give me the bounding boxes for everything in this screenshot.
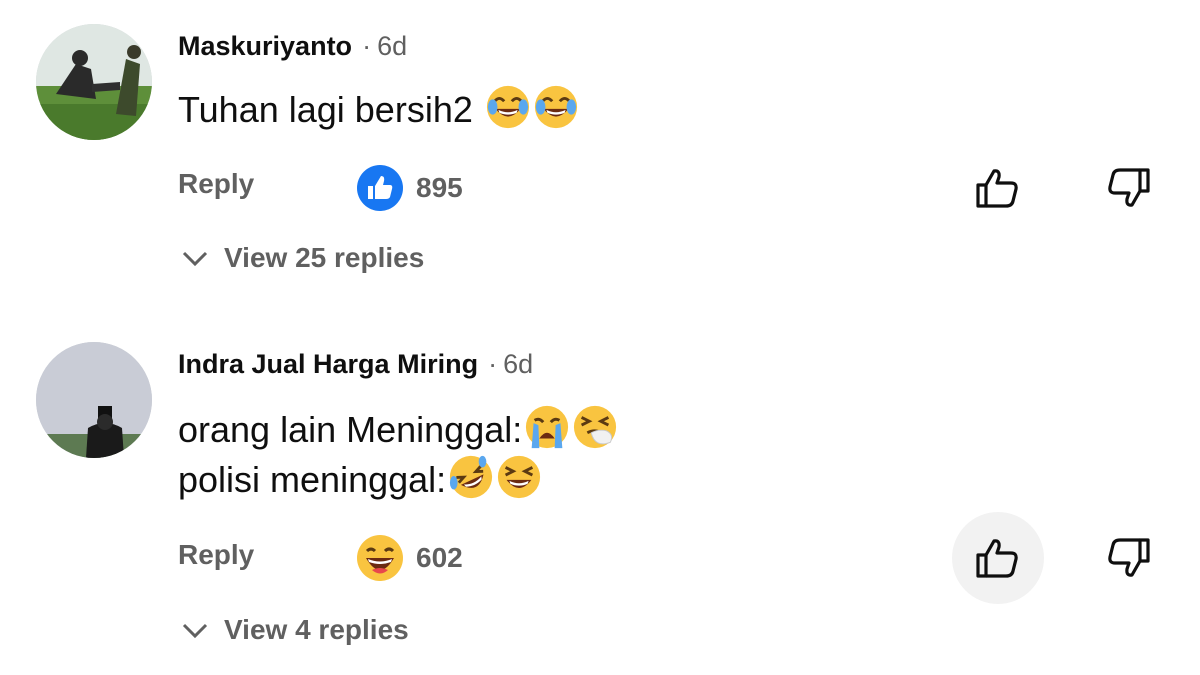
reaction-count: 895 <box>416 172 463 203</box>
reply-button[interactable]: Reply <box>178 168 254 200</box>
face-with-tears-of-joy-icon <box>485 84 531 130</box>
comment-meta: Indra Jual Harga Miring · 6d <box>178 348 533 380</box>
thumbs-down-icon <box>1108 538 1150 577</box>
comment-meta: Maskuriyanto · 6d <box>178 30 407 62</box>
avatar[interactable] <box>36 342 152 458</box>
timestamp: 6d <box>503 349 534 379</box>
chevron-down-icon <box>180 243 210 273</box>
grinning-squinting-face-icon <box>496 454 542 500</box>
comment-text: Tuhan lagi bersih2 <box>178 84 579 134</box>
like-reaction-icon <box>356 164 404 212</box>
author-name[interactable]: Indra Jual Harga Miring <box>178 349 478 379</box>
thumbs-down-icon <box>1108 168 1150 207</box>
view-replies-label: View 25 replies <box>224 242 425 273</box>
comment-line: polisi meninggal: <box>178 454 618 504</box>
comment-line: orang lain Meninggal: <box>178 404 618 454</box>
meta-separator: · <box>362 31 372 61</box>
comment-text: orang lain Meninggal: polisi meninggal: <box>178 404 618 504</box>
comment-line: Tuhan lagi bersih2 <box>178 84 579 134</box>
thumbs-down-button[interactable] <box>1082 512 1174 604</box>
reaction-count: 602 <box>416 542 463 573</box>
view-replies-label: View 4 replies <box>224 614 409 645</box>
thumbs-up-icon <box>976 539 1018 578</box>
view-replies-button[interactable]: View 25 replies <box>180 242 424 274</box>
chevron-down-icon <box>180 615 210 645</box>
haha-reaction-icon <box>356 534 404 582</box>
thumbs-up-icon <box>976 169 1018 208</box>
avatar[interactable] <box>36 24 152 140</box>
author-name[interactable]: Maskuriyanto <box>178 31 352 61</box>
reply-button[interactable]: Reply <box>178 539 254 571</box>
thumbs-up-button[interactable] <box>952 142 1044 234</box>
face-with-tears-of-joy-icon <box>533 84 579 130</box>
timestamp: 6d <box>377 31 408 61</box>
reaction-summary[interactable]: 602 <box>356 534 463 582</box>
view-replies-button[interactable]: View 4 replies <box>180 614 409 646</box>
loudly-crying-face-icon <box>524 404 570 450</box>
thumbs-up-button[interactable] <box>952 512 1044 604</box>
reaction-summary[interactable]: 895 <box>356 164 463 212</box>
comment-line-text: orang lain Meninggal: <box>178 409 523 450</box>
rolling-on-floor-laughing-icon <box>448 454 494 500</box>
comment-line-text: Tuhan lagi bersih2 <box>178 89 473 130</box>
thumbs-down-button[interactable] <box>1082 142 1174 234</box>
comment-line-text: polisi meninggal: <box>178 459 447 500</box>
meta-separator: · <box>488 349 498 379</box>
sneezing-face-icon <box>572 404 618 450</box>
